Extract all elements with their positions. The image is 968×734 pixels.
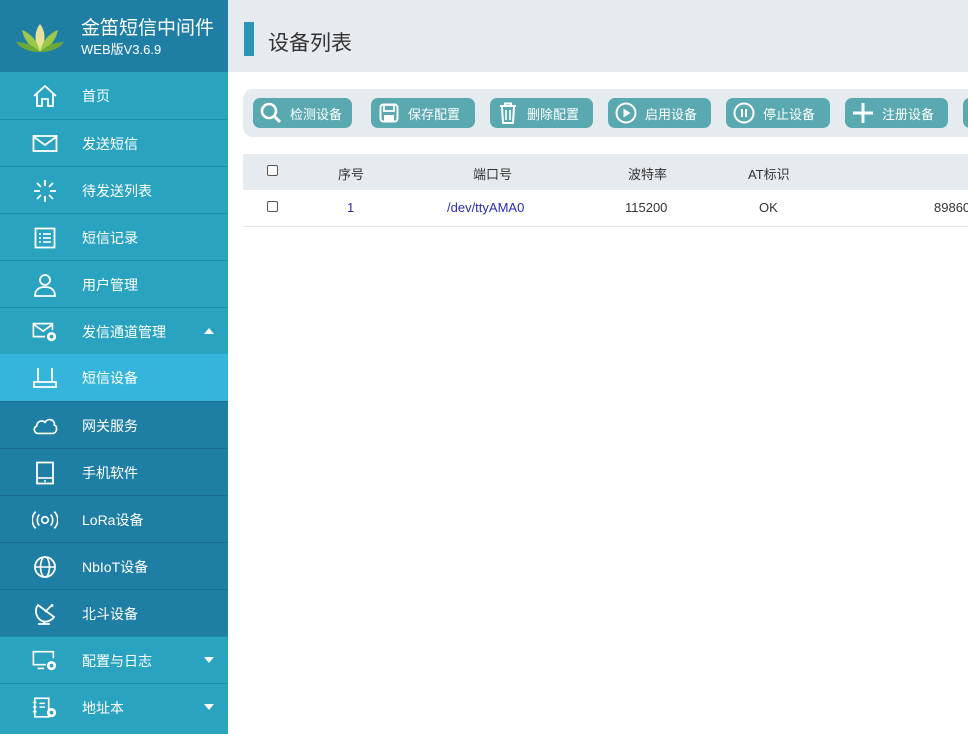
user-icon [32, 273, 58, 297]
sidebar-item-channel-management[interactable]: 发信通道管理 [0, 307, 228, 354]
mail-settings-icon [32, 320, 58, 344]
sidebar-item-label: 首页 [82, 88, 110, 104]
detect-device-button[interactable]: 检测设备 [253, 98, 352, 128]
more-button-partial[interactable] [963, 98, 968, 128]
sidebar-item-nbiot-device[interactable]: NbIoT设备 [0, 542, 228, 589]
sidebar: 金笛短信中间件 WEB版V3.6.9 首页 发送短信 待发送列表 短信记录 用户… [0, 0, 228, 734]
plus-icon [852, 102, 874, 124]
sidebar-item-beidou-device[interactable]: 北斗设备 [0, 589, 228, 636]
list-icon [32, 226, 58, 250]
address-book-icon [32, 696, 58, 720]
device-icon [32, 366, 58, 390]
sidebar-item-label: 发送短信 [82, 136, 138, 152]
tablet-icon [32, 461, 58, 485]
toolbar: 检测设备 保存配置 删除配置 启用设备 停止设备 注册设备 [243, 89, 968, 137]
brand-header: 金笛短信中间件 WEB版V3.6.9 [0, 0, 228, 72]
table-header: 序号 端口号 波特率 AT标识 [243, 154, 968, 190]
sidebar-item-mobile-software[interactable]: 手机软件 [0, 448, 228, 495]
sidebar-item-address-book[interactable]: 地址本 [0, 683, 228, 730]
satellite-icon [32, 602, 58, 626]
sidebar-item-label: 网关服务 [82, 418, 138, 434]
sidebar-item-lora-device[interactable]: LoRa设备 [0, 495, 228, 542]
sidebar-item-label: 地址本 [82, 700, 124, 716]
column-header-index: 序号 [338, 167, 365, 182]
row-checkbox[interactable] [267, 201, 278, 212]
row-index[interactable]: 1 [347, 200, 354, 215]
row-at: OK [759, 200, 778, 215]
sidebar-item-sms-device[interactable]: 短信设备 [0, 354, 228, 401]
chevron-up-icon [204, 328, 214, 334]
delete-config-button[interactable]: 删除配置 [490, 98, 593, 128]
sidebar-item-label: NbIoT设备 [82, 559, 149, 575]
sidebar-item-send-sms[interactable]: 发送短信 [0, 119, 228, 166]
cloud-icon [32, 414, 58, 438]
page-title: 设备列表 [268, 32, 352, 55]
column-header-at: AT标识 [748, 167, 790, 182]
sidebar-item-label: LoRa设备 [82, 512, 144, 528]
stop-device-button[interactable]: 停止设备 [726, 98, 830, 128]
envelope-icon [32, 132, 58, 156]
pause-icon [733, 102, 755, 124]
row-extra: 89860 [934, 200, 968, 215]
app-title: 金笛短信中间件 [81, 18, 215, 39]
sidebar-item-label: 待发送列表 [82, 183, 152, 199]
sidebar-item-config-logs[interactable]: 配置与日志 [0, 636, 228, 683]
signal-icon [32, 508, 58, 532]
chevron-down-icon [204, 704, 214, 710]
sidebar-item-label: 发信通道管理 [82, 324, 166, 340]
register-device-button[interactable]: 注册设备 [845, 98, 948, 128]
column-header-port: 端口号 [473, 167, 513, 182]
device-table: 序号 端口号 波特率 AT标识 1 /dev/ttyAMA0 115200 OK… [243, 154, 968, 227]
sidebar-item-label: 配置与日志 [82, 653, 152, 669]
sidebar-item-sms-records[interactable]: 短信记录 [0, 213, 228, 260]
row-baud: 115200 [625, 200, 668, 215]
column-header-baud: 波特率 [628, 167, 668, 182]
monitor-settings-icon [32, 649, 58, 673]
enable-device-button[interactable]: 启用设备 [608, 98, 711, 128]
row-port[interactable]: /dev/ttyAMA0 [447, 200, 524, 215]
sidebar-item-gateway[interactable]: 网关服务 [0, 401, 228, 448]
sidebar-item-label: 手机软件 [82, 465, 138, 481]
sidebar-item-pending-list[interactable]: 待发送列表 [0, 166, 228, 213]
trash-icon [497, 102, 519, 124]
title-accent-bar [244, 22, 254, 56]
save-config-button[interactable]: 保存配置 [371, 98, 475, 128]
table-row[interactable]: 1 /dev/ttyAMA0 115200 OK 89860 [243, 190, 968, 227]
spinner-icon [32, 179, 58, 203]
chevron-down-icon [204, 657, 214, 663]
play-icon [615, 102, 637, 124]
globe-icon [32, 555, 58, 579]
sidebar-item-label: 短信记录 [82, 230, 138, 246]
sidebar-item-label: 用户管理 [82, 277, 138, 293]
home-icon [32, 84, 58, 108]
search-icon [260, 102, 282, 124]
save-icon [378, 102, 400, 124]
sidebar-item-label: 北斗设备 [82, 606, 138, 622]
sidebar-item-home[interactable]: 首页 [0, 72, 228, 119]
page-header: 设备列表 [228, 0, 968, 72]
lotus-logo-icon [16, 24, 64, 52]
sidebar-item-label: 短信设备 [82, 370, 138, 386]
main-content: 设备列表 检测设备 保存配置 删除配置 启用设备 停止设备 注册设备 序号 端口… [228, 0, 968, 734]
app-version: WEB版V3.6.9 [81, 42, 162, 57]
select-all-checkbox[interactable] [267, 165, 278, 176]
sidebar-item-user-management[interactable]: 用户管理 [0, 260, 228, 307]
